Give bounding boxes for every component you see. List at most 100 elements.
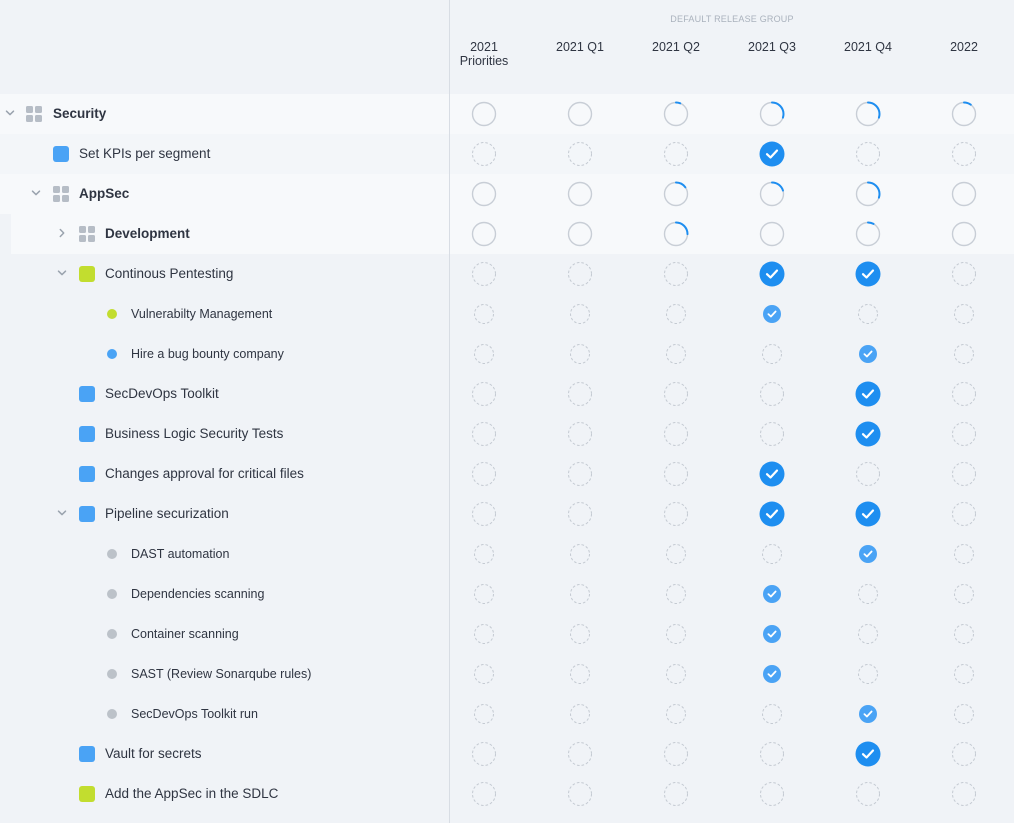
check-circle-icon[interactable] xyxy=(724,254,820,294)
dashed-empty-icon[interactable] xyxy=(724,774,820,814)
dashed-empty-icon[interactable] xyxy=(628,374,724,414)
row-label[interactable]: SAST (Review Sonarqube rules) xyxy=(131,666,311,682)
dashed-empty-icon[interactable] xyxy=(916,494,1012,534)
roadmap-row-set-kpis-per-segment[interactable]: Set KPIs per segment xyxy=(0,134,1014,174)
dashed-empty-icon[interactable] xyxy=(436,294,532,334)
chevron-down-icon[interactable] xyxy=(4,107,16,119)
dashed-empty-icon[interactable] xyxy=(916,734,1012,774)
dashed-empty-icon[interactable] xyxy=(724,374,820,414)
dashed-empty-icon[interactable] xyxy=(628,654,724,694)
dashed-empty-icon[interactable] xyxy=(628,774,724,814)
roadmap-row-pipeline-securization[interactable]: Pipeline securization xyxy=(0,494,1014,534)
dashed-empty-icon[interactable] xyxy=(532,134,628,174)
dashed-empty-icon[interactable] xyxy=(820,574,916,614)
row-label[interactable]: Development xyxy=(105,226,190,242)
dashed-empty-icon[interactable] xyxy=(916,254,1012,294)
dashed-empty-icon[interactable] xyxy=(532,654,628,694)
roadmap-row-appsec[interactable]: AppSec xyxy=(0,174,1014,214)
dashed-empty-icon[interactable] xyxy=(916,534,1012,574)
dashed-empty-icon[interactable] xyxy=(628,734,724,774)
dashed-empty-icon[interactable] xyxy=(820,654,916,694)
dashed-empty-icon[interactable] xyxy=(628,294,724,334)
roadmap-row-vulnerabilty-management[interactable]: Vulnerabilty Management xyxy=(0,294,1014,334)
dashed-empty-icon[interactable] xyxy=(532,614,628,654)
row-label[interactable]: DAST automation xyxy=(131,546,229,562)
dashed-empty-icon[interactable] xyxy=(436,694,532,734)
dashed-empty-icon[interactable] xyxy=(436,254,532,294)
dashed-empty-icon[interactable] xyxy=(916,294,1012,334)
dashed-empty-icon[interactable] xyxy=(820,294,916,334)
row-label[interactable]: Add the AppSec in the SDLC xyxy=(105,786,278,802)
check-circle-icon[interactable] xyxy=(724,134,820,174)
dashed-empty-icon[interactable] xyxy=(436,774,532,814)
empty-status-icon[interactable] xyxy=(532,94,628,134)
progress-ring-icon[interactable] xyxy=(820,214,916,254)
dashed-empty-icon[interactable] xyxy=(532,534,628,574)
dashed-empty-icon[interactable] xyxy=(436,334,532,374)
row-label[interactable]: Pipeline securization xyxy=(105,506,229,522)
roadmap-row-security[interactable]: Security xyxy=(0,94,1014,134)
roadmap-row-container-scanning[interactable]: Container scanning xyxy=(0,614,1014,654)
check-circle-icon[interactable] xyxy=(820,534,916,574)
dashed-empty-icon[interactable] xyxy=(532,414,628,454)
roadmap-row-secdevops-toolkit[interactable]: SecDevOps Toolkit xyxy=(0,374,1014,414)
row-label[interactable]: Continous Pentesting xyxy=(105,266,233,282)
progress-ring-icon[interactable] xyxy=(628,174,724,214)
check-circle-icon[interactable] xyxy=(820,694,916,734)
row-label[interactable]: Set KPIs per segment xyxy=(79,146,210,162)
empty-status-icon[interactable] xyxy=(724,214,820,254)
progress-ring-icon[interactable] xyxy=(628,94,724,134)
dashed-empty-icon[interactable] xyxy=(724,414,820,454)
dashed-empty-icon[interactable] xyxy=(532,254,628,294)
pane-divider[interactable] xyxy=(449,0,450,823)
dashed-empty-icon[interactable] xyxy=(820,454,916,494)
roadmap-row-add-the-appsec-in-the-sdlc[interactable]: Add the AppSec in the SDLC xyxy=(0,774,1014,814)
dashed-empty-icon[interactable] xyxy=(628,334,724,374)
row-label[interactable]: SecDevOps Toolkit run xyxy=(131,706,258,722)
dashed-empty-icon[interactable] xyxy=(628,494,724,534)
check-circle-icon[interactable] xyxy=(820,334,916,374)
empty-status-icon[interactable] xyxy=(436,214,532,254)
dashed-empty-icon[interactable] xyxy=(628,254,724,294)
dashed-empty-icon[interactable] xyxy=(628,574,724,614)
dashed-empty-icon[interactable] xyxy=(820,774,916,814)
empty-status-icon[interactable] xyxy=(916,174,1012,214)
progress-ring-icon[interactable] xyxy=(820,174,916,214)
dashed-empty-icon[interactable] xyxy=(532,774,628,814)
chevron-down-icon[interactable] xyxy=(56,507,68,519)
dashed-empty-icon[interactable] xyxy=(436,454,532,494)
dashed-empty-icon[interactable] xyxy=(532,294,628,334)
roadmap-row-business-logic-security-tests[interactable]: Business Logic Security Tests xyxy=(0,414,1014,454)
roadmap-row-development[interactable]: Development xyxy=(0,214,1014,254)
chevron-down-icon[interactable] xyxy=(56,267,68,279)
dashed-empty-icon[interactable] xyxy=(532,454,628,494)
check-circle-icon[interactable] xyxy=(820,254,916,294)
dashed-empty-icon[interactable] xyxy=(628,614,724,654)
dashed-empty-icon[interactable] xyxy=(532,494,628,534)
check-circle-icon[interactable] xyxy=(820,734,916,774)
check-circle-icon[interactable] xyxy=(724,494,820,534)
row-label[interactable]: Changes approval for critical files xyxy=(105,466,304,482)
row-label[interactable]: Container scanning xyxy=(131,626,239,642)
dashed-empty-icon[interactable] xyxy=(628,454,724,494)
progress-ring-icon[interactable] xyxy=(820,94,916,134)
dashed-empty-icon[interactable] xyxy=(916,374,1012,414)
check-circle-icon[interactable] xyxy=(724,614,820,654)
dashed-empty-icon[interactable] xyxy=(628,694,724,734)
row-label[interactable]: Vault for secrets xyxy=(105,746,202,762)
dashed-empty-icon[interactable] xyxy=(724,334,820,374)
check-circle-icon[interactable] xyxy=(724,654,820,694)
roadmap-row-sast-review-sonarqube-rules[interactable]: SAST (Review Sonarqube rules) xyxy=(0,654,1014,694)
dashed-empty-icon[interactable] xyxy=(436,494,532,534)
check-circle-icon[interactable] xyxy=(724,574,820,614)
dashed-empty-icon[interactable] xyxy=(436,374,532,414)
row-label[interactable]: Business Logic Security Tests xyxy=(105,426,283,442)
empty-status-icon[interactable] xyxy=(436,94,532,134)
row-label[interactable]: SecDevOps Toolkit xyxy=(105,386,219,402)
roadmap-row-dependencies-scanning[interactable]: Dependencies scanning xyxy=(0,574,1014,614)
chevron-down-icon[interactable] xyxy=(30,187,42,199)
roadmap-row-hire-a-bug-bounty-company[interactable]: Hire a bug bounty company xyxy=(0,334,1014,374)
dashed-empty-icon[interactable] xyxy=(532,694,628,734)
dashed-empty-icon[interactable] xyxy=(916,774,1012,814)
check-circle-icon[interactable] xyxy=(820,494,916,534)
